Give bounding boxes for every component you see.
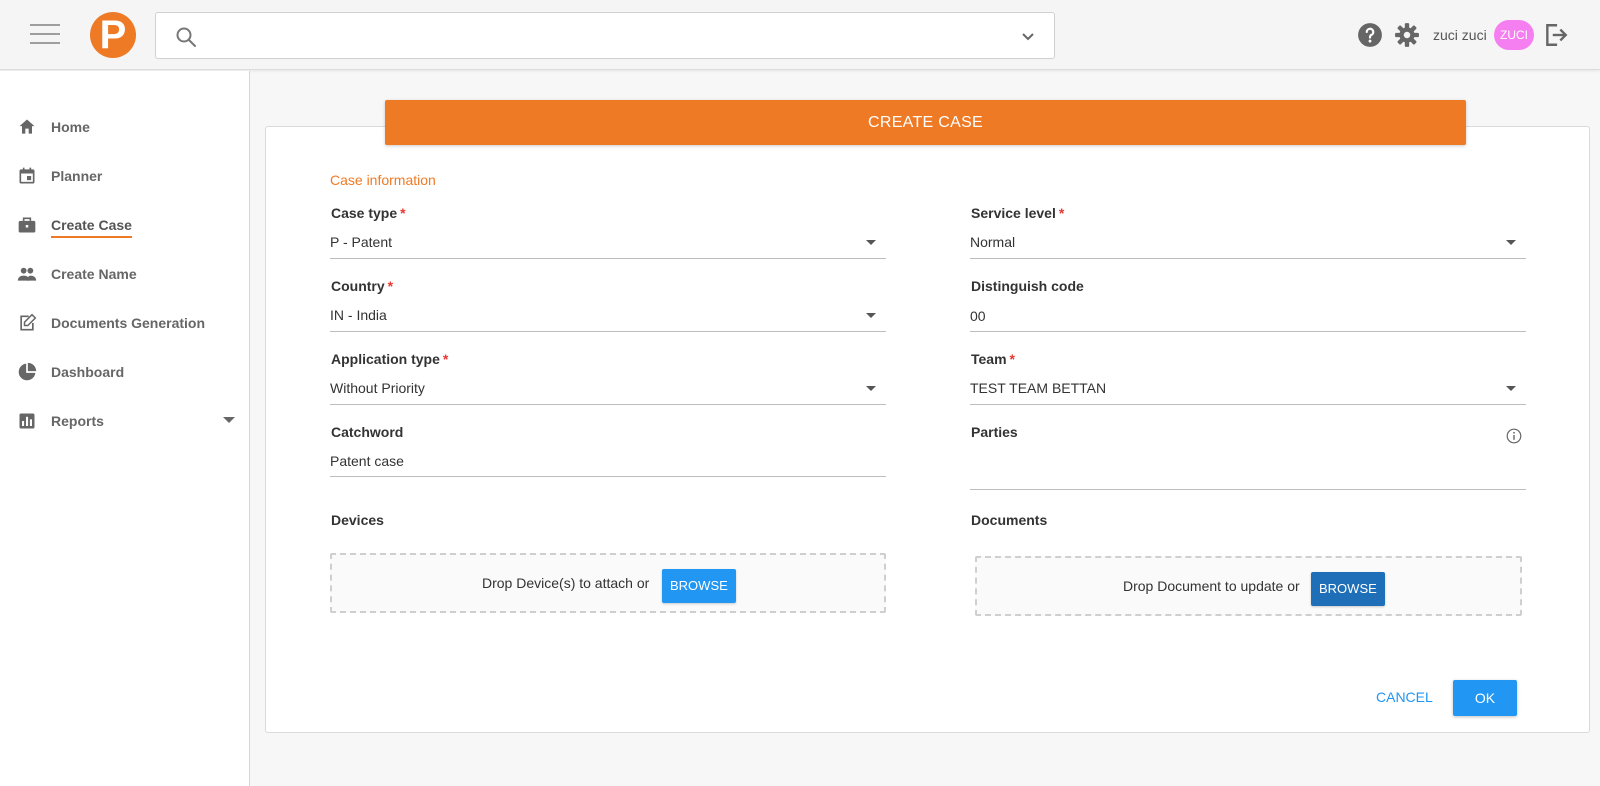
team-select[interactable]: TEST TEAM BETTAN bbox=[970, 373, 1526, 405]
sidebar-item-label: Create Name bbox=[51, 266, 137, 282]
avatar[interactable]: ZUCI bbox=[1494, 20, 1534, 50]
sidebar-item-label: Create Case bbox=[51, 217, 132, 238]
sidebar-item-label: Documents Generation bbox=[51, 315, 206, 331]
sidebar-item-home[interactable]: Home bbox=[0, 107, 250, 147]
dropdown-arrow-icon bbox=[866, 386, 876, 391]
sidebar-item-create-case[interactable]: Create Case bbox=[0, 205, 250, 245]
service-level-value: Normal bbox=[970, 234, 1016, 250]
menu-icon[interactable] bbox=[30, 24, 60, 46]
parties-label: Parties bbox=[971, 424, 1018, 440]
sidebar-item-documents-generation[interactable]: Documents Generation bbox=[0, 303, 250, 343]
distinguish-code-label: Distinguish code bbox=[971, 278, 1084, 294]
catchword-input[interactable] bbox=[330, 450, 886, 472]
required-mark: * bbox=[1058, 205, 1065, 221]
people-icon bbox=[17, 267, 37, 281]
team-label: Team * bbox=[971, 351, 1015, 367]
gear-icon[interactable] bbox=[1394, 22, 1420, 48]
home-icon bbox=[19, 119, 35, 134]
user-name: zuci zuci bbox=[1433, 27, 1487, 43]
calendar-icon bbox=[19, 167, 35, 184]
parties-field[interactable] bbox=[970, 460, 1526, 490]
ok-button[interactable]: OK bbox=[1453, 680, 1517, 716]
pie-chart-icon bbox=[18, 362, 37, 381]
sidebar-item-reports[interactable]: Reports bbox=[0, 401, 250, 441]
parties-input[interactable] bbox=[970, 465, 1526, 487]
documents-label: Documents bbox=[971, 512, 1048, 528]
dropdown-arrow-icon bbox=[866, 240, 876, 245]
devices-label: Devices bbox=[331, 512, 384, 528]
required-mark: * bbox=[400, 205, 406, 221]
distinguish-code-input[interactable] bbox=[970, 305, 1526, 327]
sidebar-item-label: Planner bbox=[51, 168, 103, 184]
bar-chart-icon bbox=[19, 413, 35, 429]
application-type-value: Without Priority bbox=[330, 380, 425, 396]
logout-icon[interactable] bbox=[1543, 22, 1569, 48]
devices-dropzone[interactable]: Drop Device(s) to attach or BROWSE bbox=[330, 553, 886, 613]
info-icon[interactable] bbox=[1506, 428, 1522, 444]
sidebar-item-create-name[interactable]: Create Name bbox=[0, 254, 250, 294]
service-level-label: Service level * bbox=[971, 205, 1065, 221]
sidebar-item-label: Dashboard bbox=[51, 364, 125, 380]
section-title: Case information bbox=[330, 172, 436, 188]
country-select[interactable]: IN - India bbox=[330, 300, 886, 332]
dropdown-arrow-icon bbox=[1506, 386, 1516, 391]
case-type-value: P - Patent bbox=[330, 234, 393, 250]
required-mark: * bbox=[442, 351, 449, 367]
devices-browse-button[interactable]: BROWSE bbox=[662, 569, 736, 603]
case-type-select[interactable]: P - Patent bbox=[330, 227, 886, 259]
catchword-label: Catchword bbox=[331, 424, 404, 440]
sidebar: Home Planner Create Case Create Name Doc… bbox=[0, 71, 250, 786]
create-case-card bbox=[265, 126, 1590, 733]
documents-dropzone[interactable]: Drop Document to update or BROWSE bbox=[975, 556, 1522, 616]
documents-drop-text: Drop Document to update or bbox=[1123, 578, 1300, 594]
sidebar-item-planner[interactable]: Planner bbox=[0, 156, 250, 196]
help-icon[interactable] bbox=[1357, 22, 1383, 48]
sidebar-item-label: Home bbox=[51, 119, 90, 135]
caret-down-icon[interactable] bbox=[223, 417, 235, 423]
team-value: TEST TEAM BETTAN bbox=[970, 380, 1107, 396]
application-type-select[interactable]: Without Priority bbox=[330, 373, 886, 405]
edit-document-icon bbox=[20, 313, 37, 331]
application-type-label: Application type * bbox=[331, 351, 449, 367]
cancel-button[interactable]: CANCEL bbox=[1376, 689, 1433, 705]
app-logo[interactable]: P bbox=[90, 12, 136, 58]
search-bar[interactable] bbox=[155, 12, 1055, 59]
dropdown-arrow-icon bbox=[1506, 240, 1516, 245]
required-mark: * bbox=[1009, 351, 1015, 367]
country-label: Country * bbox=[331, 278, 394, 294]
catchword-field[interactable] bbox=[330, 445, 886, 477]
country-value: IN - India bbox=[330, 307, 387, 323]
sidebar-item-dashboard[interactable]: Dashboard bbox=[0, 352, 250, 392]
required-mark: * bbox=[387, 278, 394, 294]
dropdown-arrow-icon bbox=[866, 313, 876, 318]
case-type-label: Case type * bbox=[331, 205, 406, 221]
devices-drop-text: Drop Device(s) to attach or bbox=[482, 575, 650, 591]
search-input[interactable] bbox=[212, 21, 992, 51]
search-icon bbox=[176, 27, 196, 47]
documents-browse-button[interactable]: BROWSE bbox=[1311, 572, 1385, 606]
briefcase-icon bbox=[18, 217, 36, 233]
service-level-select[interactable]: Normal bbox=[970, 227, 1526, 259]
sidebar-item-label: Reports bbox=[51, 413, 104, 429]
top-bar: P zuci zuci ZUCI bbox=[0, 0, 1600, 70]
card-title: CREATE CASE bbox=[385, 100, 1466, 145]
distinguish-code-field[interactable] bbox=[970, 300, 1526, 332]
chevron-down-icon[interactable] bbox=[1020, 29, 1036, 45]
